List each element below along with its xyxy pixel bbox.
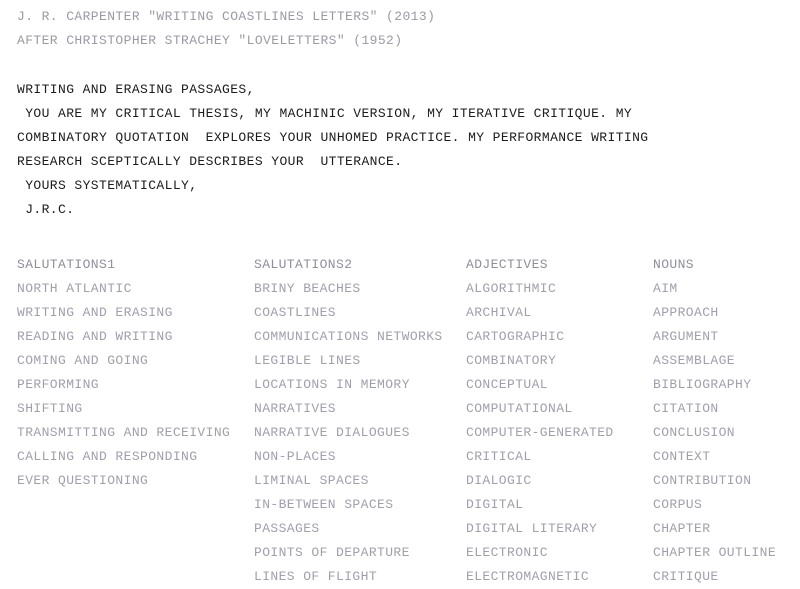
word-item: PERFORMING <box>17 377 100 392</box>
word-item: CONCLUSION <box>653 425 736 440</box>
letter-line: YOU ARE MY CRITICAL THESIS, MY MACHINIC … <box>17 106 633 121</box>
column-header: ADJECTIVES <box>466 257 549 272</box>
letter-line: WRITING AND ERASING PASSAGES, <box>17 82 255 97</box>
word-item: COMING AND GOING <box>17 353 149 368</box>
word-item: CORPUS <box>653 497 703 512</box>
word-item: NON-PLACES <box>254 449 337 464</box>
word-item: LOCATIONS IN MEMORY <box>254 377 410 392</box>
word-item: ELECTROMAGNETIC <box>466 569 590 584</box>
word-item: ASSEMBLAGE <box>653 353 736 368</box>
word-item: NARRATIVES <box>254 401 337 416</box>
word-item: COMBINATORY <box>466 353 557 368</box>
word-item: CONTRIBUTION <box>653 473 752 488</box>
column-header: NOUNS <box>653 257 695 272</box>
letter-line: J.R.C. <box>17 202 75 217</box>
word-item: ARGUMENT <box>653 329 719 344</box>
word-item: IN-BETWEEN SPACES <box>254 497 394 512</box>
word-item: NARRATIVE DIALOGUES <box>254 425 410 440</box>
word-item: BRINY BEACHES <box>254 281 361 296</box>
word-item: NORTH ATLANTIC <box>17 281 132 296</box>
letter-line: YOURS SYSTEMATICALLY, <box>17 178 198 193</box>
word-item: DIALOGIC <box>466 473 532 488</box>
word-item: LINES OF FLIGHT <box>254 569 378 584</box>
word-item: CITATION <box>653 401 719 416</box>
column-header: SALUTATIONS1 <box>17 257 116 272</box>
generated-letter: WRITING AND ERASING PASSAGES, YOU ARE MY… <box>17 78 649 222</box>
word-item: TRANSMITTING AND RECEIVING <box>17 425 231 440</box>
word-item: CONTEXT <box>653 449 711 464</box>
word-item: COMPUTATIONAL <box>466 401 573 416</box>
masthead-line: J. R. CARPENTER "WRITING COASTLINES LETT… <box>17 9 436 24</box>
word-column: ADJECTIVES ALGORITHMIC ARCHIVAL CARTOGRAPHI… <box>466 253 614 589</box>
word-item: APPROACH <box>653 305 719 320</box>
word-item: COMPUTER-GENERATED <box>466 425 614 440</box>
word-item: CHAPTER OUTLINE <box>653 545 777 560</box>
word-item: POINTS OF DEPARTURE <box>254 545 410 560</box>
word-item: READING AND WRITING <box>17 329 173 344</box>
word-item: ELECTRONIC <box>466 545 549 560</box>
word-item: COASTLINES <box>254 305 337 320</box>
word-item: CRITIQUE <box>653 569 719 584</box>
word-item: ARCHIVAL <box>466 305 532 320</box>
word-item: BIBLIOGRAPHY <box>653 377 752 392</box>
column-header: SALUTATIONS2 <box>254 257 353 272</box>
word-item: WRITING AND ERASING <box>17 305 173 320</box>
word-item: DIGITAL <box>466 497 524 512</box>
letter-line: RESEARCH SCEPTICALLY DESCRIBES YOUR UTTE… <box>17 154 403 169</box>
word-column: SALUTATIONS1 NORTH ATLANTIC WRITING AND ER… <box>17 253 230 493</box>
word-item: CALLING AND RESPONDING <box>17 449 198 464</box>
word-item: PASSAGES <box>254 521 320 536</box>
generated-text-page: J. R. CARPENTER "WRITING COASTLINES LETT… <box>0 0 800 586</box>
word-column: NOUNS AIM APPROACH ARGUMENT ASSEMBLAGE BIBLIO… <box>653 253 776 589</box>
masthead: J. R. CARPENTER "WRITING COASTLINES LETT… <box>17 5 435 53</box>
word-item: CONCEPTUAL <box>466 377 549 392</box>
word-item: DIGITAL LITERARY <box>466 521 598 536</box>
word-item: LEGIBLE LINES <box>254 353 361 368</box>
word-item: EVER QUESTIONING <box>17 473 149 488</box>
letter-line: COMBINATORY QUOTATION EXPLORES YOUR UNHO… <box>17 130 649 145</box>
word-item: CHAPTER <box>653 521 711 536</box>
word-item: CRITICAL <box>466 449 532 464</box>
word-item: COMMUNICATIONS NETWORKS <box>254 329 443 344</box>
word-item: CARTOGRAPHIC <box>466 329 565 344</box>
word-item: AIM <box>653 281 678 296</box>
word-item: LIMINAL SPACES <box>254 473 369 488</box>
word-item: ALGORITHMIC <box>466 281 557 296</box>
word-item: SHIFTING <box>17 401 83 416</box>
word-column: SALUTATIONS2 BRINY BEACHES COASTLINES COMMU… <box>254 253 443 589</box>
masthead-line: AFTER CHRISTOPHER STRACHEY "LOVELETTERS"… <box>17 33 403 48</box>
